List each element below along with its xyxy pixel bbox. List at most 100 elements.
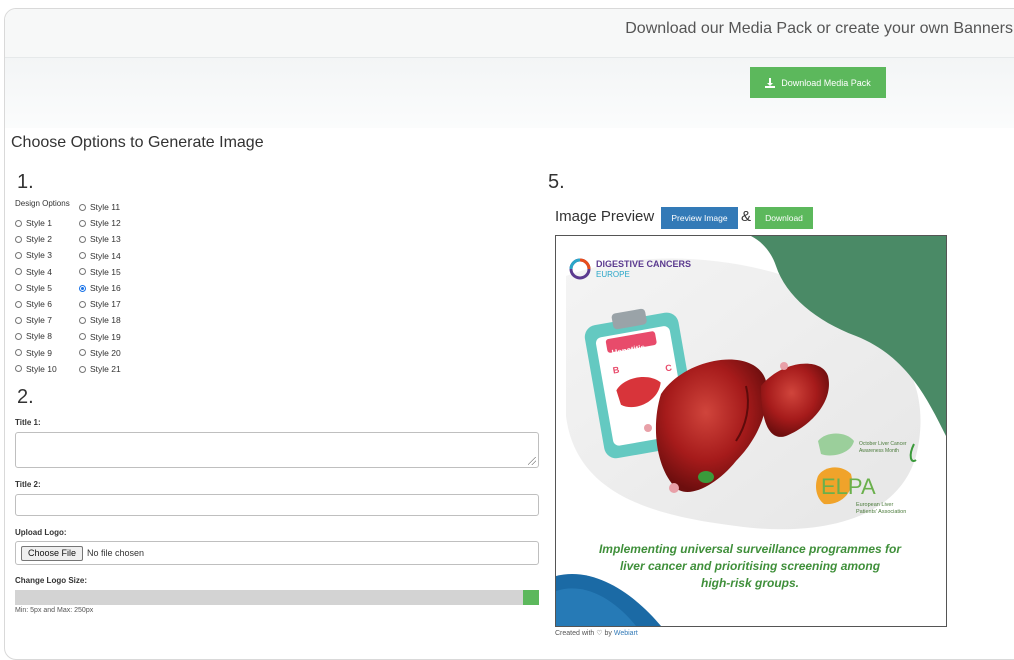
top-bar: Download our Media Pack or create your o… bbox=[5, 9, 1014, 58]
radio-button[interactable] bbox=[79, 219, 86, 227]
title2-input[interactable] bbox=[15, 494, 539, 516]
credit-prefix: Created with bbox=[555, 630, 595, 637]
radio-button[interactable] bbox=[15, 235, 22, 243]
style-option-label: Style 21 bbox=[90, 364, 121, 374]
style-option-11[interactable]: Style 11 bbox=[79, 201, 120, 213]
style-option-4[interactable]: Style 4 bbox=[15, 266, 52, 278]
radio-button[interactable] bbox=[79, 268, 86, 276]
style-option-label: Style 15 bbox=[90, 266, 121, 277]
logo-size-slider[interactable] bbox=[15, 590, 539, 605]
style-option-20[interactable]: Style 20 bbox=[79, 347, 121, 359]
ampersand-text: & bbox=[741, 208, 752, 225]
radio-button[interactable] bbox=[79, 284, 86, 292]
style-option-19[interactable]: Style 19 bbox=[79, 331, 121, 343]
step-2-label: 2. bbox=[17, 386, 34, 408]
radio-button[interactable] bbox=[15, 316, 22, 324]
radio-button[interactable] bbox=[15, 349, 22, 357]
style-option-15[interactable]: Style 15 bbox=[79, 266, 121, 278]
radio-button[interactable] bbox=[15, 219, 22, 227]
style-option-1[interactable]: Style 1 bbox=[15, 217, 52, 229]
preview-image-button[interactable]: Preview Image bbox=[661, 207, 738, 229]
style-option-6[interactable]: Style 6 bbox=[15, 298, 52, 310]
step-5-label: 5. bbox=[548, 171, 565, 193]
style-option-5[interactable]: Style 5 bbox=[15, 282, 52, 294]
style-option-label: Style 20 bbox=[90, 347, 121, 358]
radio-button[interactable] bbox=[15, 365, 22, 373]
banner-message-line2: liver cancer and prioritising screening … bbox=[620, 559, 881, 573]
radio-button[interactable] bbox=[79, 316, 86, 324]
download-media-pack-button[interactable]: Download Media Pack bbox=[750, 67, 886, 98]
style-option-13[interactable]: Style 13 bbox=[79, 233, 121, 245]
style-option-21[interactable]: Style 21 bbox=[79, 363, 121, 375]
style-option-label: Style 9 bbox=[26, 347, 52, 358]
style-option-label: Style 1 bbox=[26, 218, 52, 228]
logo-file-input[interactable]: Choose File No file chosen bbox=[15, 541, 539, 565]
style-option-label: Style 18 bbox=[90, 315, 121, 326]
style-option-label: Style 6 bbox=[26, 299, 52, 309]
style-option-17[interactable]: Style 17 bbox=[79, 298, 121, 310]
page-title: Download our Media Pack or create your o… bbox=[625, 20, 1013, 37]
banner-awareness-line1: October Liver Cancer bbox=[859, 441, 907, 447]
options-heading: Choose Options to Generate Image bbox=[11, 134, 264, 151]
banner-elpa-line2: Patients' Association bbox=[856, 509, 906, 515]
radio-button[interactable] bbox=[15, 284, 22, 292]
style-option-label: Style 8 bbox=[26, 331, 52, 342]
radio-button[interactable] bbox=[15, 268, 22, 276]
banner-message-line1: Implementing universal surveillance prog… bbox=[599, 542, 902, 556]
banner-elpa-line1: European Liver bbox=[856, 502, 893, 508]
radio-button[interactable] bbox=[79, 252, 86, 260]
style-option-2[interactable]: Style 2 bbox=[15, 233, 52, 245]
style-option-3[interactable]: Style 3 bbox=[15, 249, 52, 261]
style-option-label: Style 4 bbox=[26, 266, 52, 277]
image-preview-label: Image Preview bbox=[555, 208, 655, 225]
choose-file-button[interactable]: Choose File bbox=[21, 545, 84, 561]
style-option-18[interactable]: Style 18 bbox=[79, 314, 121, 326]
download-button[interactable]: Download bbox=[755, 207, 813, 229]
banner-message-line3: high-risk groups. bbox=[701, 576, 799, 590]
style-option-8[interactable]: Style 8 bbox=[15, 330, 52, 342]
style-option-label: Style 10 bbox=[26, 363, 57, 374]
style-option-9[interactable]: Style 9 bbox=[15, 347, 52, 359]
style-option-label: Style 3 bbox=[26, 250, 52, 261]
radio-button[interactable] bbox=[79, 333, 86, 341]
radio-button[interactable] bbox=[79, 365, 86, 373]
credit-line: Created with ♡ by Webiart bbox=[555, 629, 638, 637]
style-option-7[interactable]: Style 7 bbox=[15, 314, 52, 326]
slider-thumb[interactable] bbox=[523, 590, 539, 605]
download-icon bbox=[765, 77, 776, 88]
resize-handle-icon[interactable] bbox=[528, 457, 536, 465]
banner-elpa: ELPA bbox=[821, 474, 876, 499]
style-option-14[interactable]: Style 14 bbox=[79, 250, 121, 262]
logo-size-label: Change Logo Size: bbox=[15, 576, 87, 585]
upload-logo-label: Upload Logo: bbox=[15, 528, 67, 537]
style-option-12[interactable]: Style 12 bbox=[79, 217, 121, 229]
radio-button[interactable] bbox=[79, 349, 86, 357]
radio-button[interactable] bbox=[15, 251, 22, 259]
download-media-pack-label: Download Media Pack bbox=[781, 77, 871, 88]
style-option-label: Style 11 bbox=[90, 202, 121, 212]
step-1-label: 1. bbox=[17, 171, 34, 193]
radio-button[interactable] bbox=[15, 300, 22, 308]
title1-label: Title 1: bbox=[15, 418, 41, 427]
logo-size-hint: Min: 5px and Max: 250px bbox=[15, 607, 94, 614]
design-options-label: Design Options bbox=[15, 199, 70, 208]
banner-org-line1: DIGESTIVE CANCERS bbox=[596, 259, 691, 269]
image-preview-panel: DIGESTIVE CANCERS EUROPE Hepatitis B C O… bbox=[555, 235, 947, 627]
title1-textarea[interactable] bbox=[15, 432, 539, 468]
style-option-label: Style 5 bbox=[26, 282, 52, 293]
title2-label: Title 2: bbox=[15, 480, 41, 489]
heart-icon: ♡ bbox=[596, 630, 603, 637]
style-option-label: Style 2 bbox=[26, 234, 52, 245]
radio-button[interactable] bbox=[79, 300, 86, 308]
webiart-link[interactable]: Webiart bbox=[614, 630, 638, 637]
style-option-16[interactable]: Style 16 bbox=[79, 282, 121, 294]
radio-button[interactable] bbox=[79, 203, 86, 211]
radio-button[interactable] bbox=[15, 332, 22, 340]
banner-image: DIGESTIVE CANCERS EUROPE Hepatitis B C O… bbox=[556, 236, 946, 626]
radio-button[interactable] bbox=[79, 235, 86, 243]
banner-org-line2: EUROPE bbox=[596, 270, 630, 279]
style-option-10[interactable]: Style 10 bbox=[15, 363, 57, 375]
credit-by: by bbox=[604, 630, 612, 637]
style-option-label: Style 7 bbox=[26, 315, 52, 326]
banner-awareness-line2: Awareness Month bbox=[859, 448, 899, 454]
